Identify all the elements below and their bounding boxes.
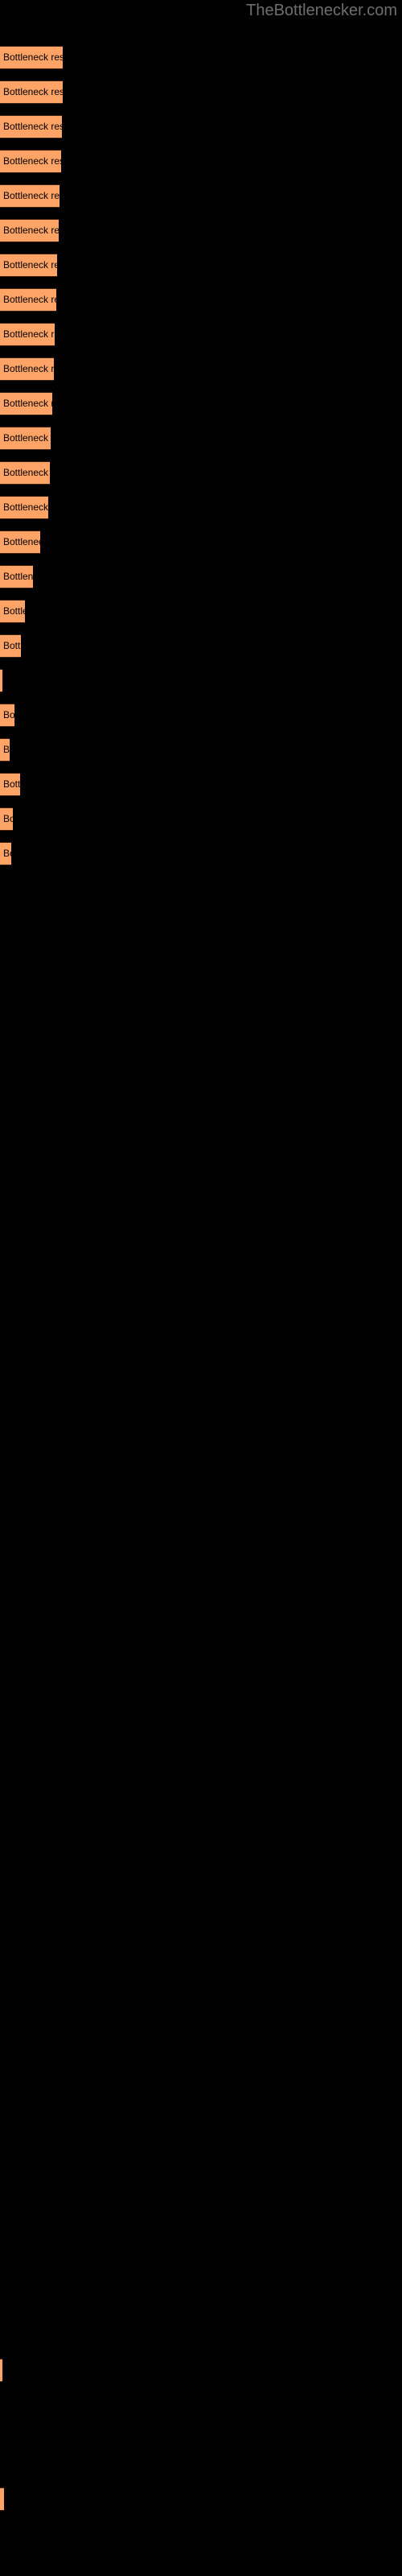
bottleneck-result-bar[interactable]: Bottleneck result — [0, 219, 59, 242]
bar-label: Bottleneck result — [3, 294, 56, 305]
bar-label: Bottleneck result — [3, 2492, 4, 2506]
bottleneck-result-bar[interactable]: Bottleneck result — [0, 461, 50, 485]
bar-label: Bottleneck result — [3, 467, 50, 478]
bar-label: Bottleneck result — [3, 190, 59, 201]
bottleneck-result-bar[interactable]: Bottleneck result — [0, 738, 10, 762]
bar-label: Bottleneck result — [3, 121, 62, 132]
bar-label: Bottleneck result — [3, 536, 40, 547]
bar-label: Bottleneck result — [3, 605, 25, 617]
bottleneck-result-bar[interactable]: Bottleneck result — [0, 634, 21, 658]
bottleneck-result-bar[interactable]: Bottleneck result — [0, 288, 56, 312]
bar-label: Bottleneck result — [3, 709, 14, 720]
bar-label: Bottleneck result — [3, 363, 54, 374]
bar-label: Bottleneck result — [3, 744, 10, 755]
bottleneck-result-bar[interactable]: Bottleneck result — [0, 669, 2, 692]
bottleneck-result-bar[interactable]: Bottleneck result — [0, 357, 54, 381]
bottleneck-result-bar[interactable]: Bottleneck result — [0, 323, 55, 346]
bottleneck-result-bar[interactable]: Bottleneck result — [0, 46, 63, 69]
bar-label: Bottleneck result — [3, 502, 48, 513]
bar-label: Bottleneck result — [3, 225, 59, 236]
bottleneck-result-bar[interactable]: Bottleneck result — [0, 496, 48, 519]
bottleneck-result-bar[interactable]: Bottleneck result — [0, 842, 11, 865]
bottleneck-bar-chart: Bottleneck result Bottleneck result Bottle… — [0, 0, 402, 2576]
bar-label: Bottleneck result — [3, 398, 52, 409]
bar-label: Bottleneck result — [3, 432, 51, 444]
bar-label: Bottleneck result — [3, 52, 63, 63]
bar-label: Bottleneck result — [3, 328, 55, 340]
bar-label: Bottleneck result — [3, 571, 33, 582]
bottleneck-result-bar[interactable]: Bottleneck result — [0, 704, 14, 727]
bar-label: Bottleneck result — [3, 813, 13, 824]
bar-label: Bottleneck result — [3, 778, 20, 790]
bar-label: Bottleneck result — [3, 848, 11, 859]
bar-label: Bottleneck result — [3, 155, 61, 167]
bottleneck-result-bar[interactable]: Bottleneck result — [0, 427, 51, 450]
bottleneck-result-bar[interactable]: Bottleneck result — [0, 115, 62, 138]
bottleneck-result-bar[interactable]: Bottleneck result — [0, 600, 25, 623]
bottleneck-result-bar[interactable]: Bottleneck result — [0, 150, 61, 173]
bottleneck-result-bar[interactable]: Bottleneck result — [0, 392, 52, 415]
bar-label: Bottleneck result — [3, 86, 63, 97]
bottleneck-result-bar[interactable]: Bottleneck result — [0, 773, 20, 796]
bottleneck-result-bar[interactable]: Bottleneck result — [0, 2359, 2, 2382]
bottleneck-result-bar[interactable]: Bottleneck result — [0, 807, 13, 831]
bottleneck-result-bar[interactable]: Bottleneck result — [0, 184, 59, 208]
bar-label: Bottleneck result — [3, 640, 21, 651]
bottleneck-result-bar[interactable]: Bottleneck result — [0, 254, 57, 277]
bottleneck-result-bar[interactable]: Bottleneck result — [0, 2487, 4, 2511]
bottleneck-result-bar[interactable]: Bottleneck result — [0, 80, 63, 104]
bottleneck-result-bar[interactable]: Bottleneck result — [0, 565, 33, 588]
bar-label: Bottleneck result — [3, 259, 57, 270]
bottleneck-result-bar[interactable]: Bottleneck result — [0, 530, 40, 554]
